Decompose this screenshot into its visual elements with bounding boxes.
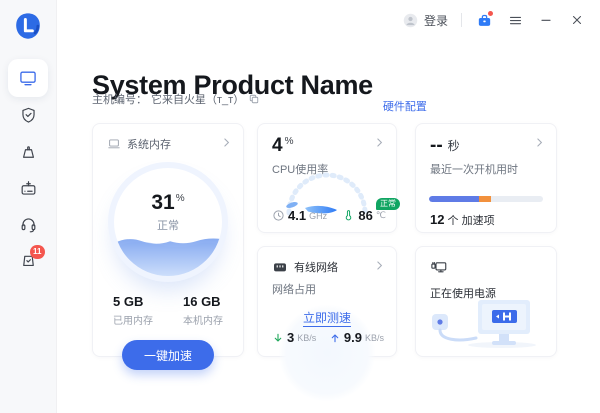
boot-items-count: 12 个 加速项	[430, 212, 495, 228]
memory-status: 正常	[157, 217, 179, 233]
notification-dot	[488, 11, 493, 16]
cpu-freq-unit: GHz	[309, 211, 327, 221]
boot-unit: 秒	[448, 140, 460, 152]
titlebar: 登录	[402, 10, 586, 30]
memory-card-title: 系统内存	[127, 136, 171, 152]
power-illustration	[424, 292, 548, 350]
cpu-freq-value: 4.1	[288, 208, 306, 223]
drive-plus-icon	[19, 179, 38, 198]
network-card-label: 网络占用	[258, 275, 396, 297]
memory-percent-value: 31	[151, 191, 174, 215]
boot-progress-secondary	[479, 196, 490, 202]
network-card: 有线网络 网络占用 立即测速 3 KB/s 9.9 KB/s	[257, 246, 397, 357]
cpu-temp-value: 86	[358, 208, 372, 223]
down-arrow-icon	[272, 332, 284, 344]
boost-button[interactable]: 一键加速	[122, 340, 214, 370]
sidebar-item-home[interactable]	[8, 59, 48, 97]
shield-check-icon	[19, 106, 38, 125]
upload-unit: KB/s	[365, 333, 384, 343]
minimize-icon	[539, 13, 553, 27]
upload-value: 9.9	[344, 330, 362, 345]
speedtest-link[interactable]: 立即测速	[303, 311, 351, 327]
memory-used-value: 5 GB	[113, 294, 153, 309]
avatar-icon	[402, 12, 419, 29]
memory-percent-unit: %	[176, 193, 185, 204]
network-card-title: 有线网络	[294, 259, 338, 275]
memory-total-label: 本机内存	[183, 312, 223, 327]
close-button[interactable]	[568, 11, 586, 29]
thermometer-icon	[342, 209, 355, 222]
hamburger-icon	[508, 13, 523, 28]
clean-brush-icon	[19, 143, 38, 162]
cpu-temp-unit: ℃	[376, 210, 386, 221]
sidebar-item-support[interactable]	[8, 205, 48, 243]
cpu-temp-status-badge: 正常	[376, 198, 400, 210]
close-icon	[570, 13, 584, 27]
boot-detail-chevron[interactable]	[533, 136, 546, 149]
power-card: 正在使用电源	[415, 246, 557, 357]
boot-time-card: -- 秒 最近一次开机用时 12 个 加速项	[415, 123, 557, 233]
memory-gauge: 31 % 正常	[114, 168, 222, 276]
sidebar-item-toolbox[interactable]	[8, 169, 48, 207]
sidebar-item-security[interactable]	[8, 96, 48, 134]
clock-icon	[272, 209, 285, 222]
copy-icon[interactable]	[248, 93, 260, 105]
boot-progress-bar	[429, 196, 543, 202]
boot-card-label: 最近一次开机用时	[416, 155, 556, 177]
cpu-card: 4 % CPU使用率 4.1 GHz 86 ℃	[257, 123, 397, 233]
monitor-icon	[18, 68, 38, 88]
download-unit: KB/s	[297, 333, 316, 343]
sidebar: 11	[0, 0, 57, 413]
memory-stats: 5 GB 已用内存 16 GB 本机内存	[93, 294, 243, 327]
cpu-usage-unit: %	[285, 137, 294, 147]
boot-count-value: 12	[430, 212, 444, 227]
memory-detail-chevron[interactable]	[220, 136, 233, 149]
memory-used-label: 已用内存	[113, 312, 153, 327]
power-monitor-icon	[430, 259, 448, 277]
network-detail-chevron[interactable]	[373, 259, 386, 272]
headset-icon	[19, 215, 38, 234]
sidebar-item-cleanup[interactable]	[8, 133, 48, 171]
cpu-temperature: 86 ℃ 正常	[342, 208, 386, 223]
cpu-frequency: 4.1 GHz	[272, 208, 327, 223]
up-arrow-icon	[329, 332, 341, 344]
download-value: 3	[287, 330, 294, 345]
host-id-row: 主机编号： 它来自火星（т_т）	[92, 91, 260, 107]
host-id-value: 它来自火星（т_т）	[151, 91, 244, 107]
menu-button[interactable]	[506, 11, 524, 29]
network-download: 3 KB/s	[272, 330, 316, 345]
titlebar-divider	[461, 13, 462, 27]
hardware-config-link[interactable]: 硬件配置	[383, 98, 427, 114]
cpu-detail-chevron[interactable]	[373, 136, 386, 149]
member-center-button[interactable]	[475, 11, 493, 29]
memory-card: 系统内存 31 % 正常	[92, 123, 244, 357]
login-button[interactable]: 登录	[402, 12, 448, 29]
chevron-right-icon	[220, 136, 233, 149]
login-label: 登录	[424, 12, 448, 29]
chevron-right-icon	[533, 136, 546, 149]
host-id-label: 主机编号：	[92, 91, 147, 107]
app-logo-icon	[14, 12, 42, 40]
boot-progress-primary	[429, 196, 479, 202]
boot-value: --	[430, 136, 443, 155]
cpu-usage-value: 4	[272, 136, 283, 155]
boot-count-label: 个 加速项	[444, 215, 494, 227]
chevron-right-icon	[373, 136, 386, 149]
memory-total-value: 16 GB	[183, 294, 223, 309]
network-upload: 9.9 KB/s	[329, 330, 384, 345]
minimize-button[interactable]	[537, 11, 555, 29]
chevron-right-icon	[373, 259, 386, 272]
store-badge: 11	[30, 245, 44, 259]
memory-icon	[107, 137, 121, 151]
sidebar-item-store[interactable]: 11	[8, 240, 48, 278]
ethernet-icon	[272, 259, 288, 275]
